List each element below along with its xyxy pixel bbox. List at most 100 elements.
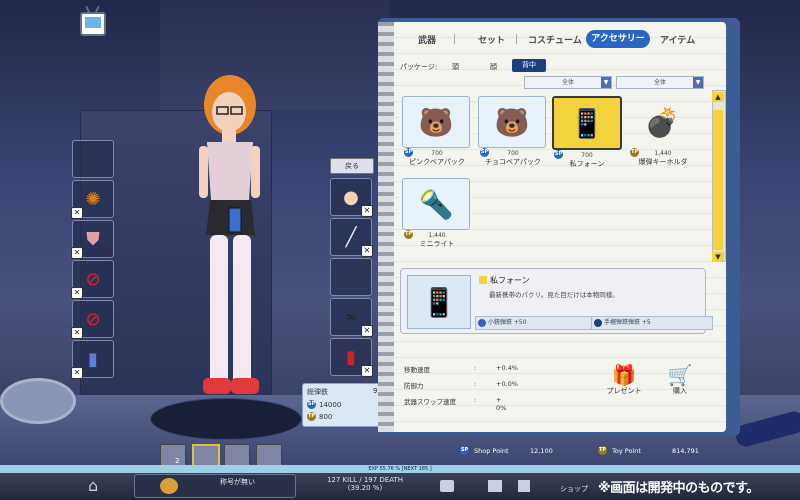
shop-point-label: Shop Point (474, 447, 509, 455)
tab-separator (516, 34, 517, 44)
glasses-icon: ∞ (345, 309, 357, 325)
tp-coin-icon: TP (404, 230, 413, 239)
shop-panel: 武器 セット コスチューム アクセサリー アイテム パッケージ: 頭 顔 背中 … (382, 22, 726, 432)
shop-item-bomb-keyholder[interactable]: 💣 TP 1,440 爆弾キーホルダ (628, 96, 698, 167)
remove-icon[interactable]: ✕ (71, 287, 83, 299)
package-label: パッケージ: (400, 63, 438, 71)
tooltip-count: 9 (373, 387, 378, 395)
equip-slot-empty[interactable] (72, 140, 114, 178)
character-model[interactable] (185, 60, 280, 405)
equip-slot-hair[interactable]: ✺ ✕ (71, 180, 114, 219)
tp-coin-icon: TP (307, 412, 316, 421)
chevron-down-icon: ▼ (601, 77, 611, 88)
equip-slot-accessory[interactable]: ▮ ✕ (71, 340, 114, 379)
equip-slot-face[interactable]: ● ✕ (330, 178, 373, 217)
scroll-up-icon[interactable]: ▲ (712, 92, 724, 102)
filter-dropdown-2[interactable]: 全体 ▼ (616, 76, 704, 89)
item-price: 1,440 (428, 232, 446, 239)
equip-slot-shoes[interactable]: ⊘ ✕ (71, 300, 114, 339)
shop-item-pink-bear-pack[interactable]: 🐻 SP 700 ピンクベアパック (402, 96, 472, 167)
item-tooltip: 総弾鉄 9 SP 14000 TP 800 (302, 383, 384, 427)
exp-bar: EXP 55.76 % [NEXT 185 ] (0, 465, 800, 473)
tab-costume[interactable]: コスチューム (528, 33, 582, 46)
scroll-down-icon[interactable]: ▼ (712, 252, 724, 262)
equip-slot-arm[interactable]: ╱ ✕ (330, 218, 373, 257)
item-price: 1,440 (654, 150, 672, 157)
item-detail-panel: 📱 私フォーン 最新携帯のパクリ。見た目だけは本物同様。 小銃弾鉄 +50 手榴… (400, 268, 713, 334)
scrollbar-thumb[interactable] (713, 110, 723, 250)
shop-item-my-phone[interactable]: 📱 SP 700 私フォーン (552, 96, 622, 169)
face-icon: ● (343, 186, 359, 208)
filter-dropdown-1[interactable]: 全体 ▼ (524, 76, 612, 89)
stat-colon: : (474, 396, 477, 404)
remove-icon[interactable]: ✕ (361, 205, 373, 217)
bomb-icon: 💣 (644, 105, 680, 139)
gift-icon: 🎁 (611, 363, 637, 387)
bonus-1-text: 小銃弾鉄 +50 (488, 319, 527, 326)
filter-2-value: 全体 (653, 79, 666, 86)
inventory-icon[interactable] (488, 480, 502, 492)
shop-item-mini-light[interactable]: 🔦 TP 1,440 ミニライト (402, 178, 472, 249)
equip-slot-back[interactable]: ▮ ✕ (330, 338, 373, 377)
sp-coin-icon: SP (480, 148, 489, 157)
item-name: ピンクベアパック (409, 158, 465, 166)
stat-colon: : (474, 364, 477, 372)
toy-point-value: 814,791 (672, 447, 699, 455)
stat-label: 移動速度 (404, 366, 430, 374)
package-face-tab[interactable]: 顔 (490, 62, 497, 72)
tab-set[interactable]: セット (478, 33, 505, 46)
equip-slot-bottom[interactable]: ⊘ ✕ (71, 260, 114, 299)
tab-separator (454, 34, 455, 44)
present-label: プレゼント (606, 387, 642, 395)
title-panel[interactable] (134, 474, 296, 498)
tab-weapon[interactable]: 武器 (418, 33, 436, 46)
sp-coin-icon: SP (307, 400, 316, 409)
remove-icon[interactable]: ✕ (71, 207, 83, 219)
remove-icon[interactable]: ✕ (71, 327, 83, 339)
cart-icon: 🛒 (667, 363, 693, 387)
buy-button[interactable]: 🛒 購入 (660, 364, 700, 404)
tp-coin-icon: TP (630, 148, 639, 157)
stat-colon: : (474, 380, 477, 388)
sp-coin-icon: SP (404, 148, 413, 157)
phone-icon: ▮ (88, 348, 98, 370)
stat-label: 防御力 (404, 382, 424, 390)
remove-icon[interactable]: ✕ (361, 325, 373, 337)
chat-icon[interactable] (440, 480, 454, 492)
remove-icon[interactable]: ✕ (361, 245, 373, 257)
back-button[interactable]: 戻る (330, 158, 374, 174)
shop-item-choco-bear-pack[interactable]: 🐻 SP 700 チョコベアパック (478, 96, 548, 167)
item-name: ミニライト (419, 240, 455, 248)
remove-icon[interactable]: ✕ (361, 365, 373, 377)
shop-menu-label[interactable]: ショップ (560, 484, 588, 494)
flashlight-icon: 🔦 (402, 178, 470, 230)
remove-icon[interactable]: ✕ (71, 367, 83, 379)
item-name: チョコベアパック (485, 158, 541, 166)
rank-emblem-icon (160, 478, 178, 494)
no-item-icon: ⊘ (85, 268, 101, 290)
package-back-tab[interactable]: 背中 (512, 59, 546, 72)
no-shoes-icon: ⊘ (85, 308, 101, 330)
present-button[interactable]: 🎁 プレゼント (604, 364, 644, 404)
package-head-tab[interactable]: 頭 (452, 62, 459, 72)
development-notice: ※画面は開発中のものです。 (598, 481, 759, 496)
stat-label: 武器スワップ速度 (404, 398, 456, 406)
stat-weapon-swap: 武器スワップ速度: + 0% (404, 396, 506, 412)
tab-item[interactable]: アイテム (660, 33, 695, 46)
bonus-2-text: 手榴弾鉄弾鉄 +5 (604, 319, 651, 326)
bonus-grenade-ammo: 手榴弾鉄弾鉄 +5 (591, 316, 713, 330)
equip-slot-top[interactable]: ⛊ ✕ (71, 220, 114, 259)
remove-icon[interactable]: ✕ (71, 247, 83, 259)
pink-bear-icon: 🐻 (402, 96, 470, 148)
item-price: 700 (507, 150, 519, 157)
equip-slot-empty-right[interactable] (330, 258, 372, 296)
sp-coin-icon: SP (554, 150, 563, 159)
sp-coin-icon: SP (460, 446, 469, 455)
list-icon[interactable] (518, 480, 530, 492)
tab-accessory[interactable]: アクセサリー (586, 30, 650, 48)
home-icon[interactable]: ⌂ (88, 476, 98, 495)
phone-icon: 📱 (407, 275, 471, 329)
kill-death-stats: 127 KILL / 197 DEATH (39.20 %) (320, 476, 410, 492)
equip-slot-glasses[interactable]: ∞ ✕ (330, 298, 373, 337)
tv-icon[interactable] (80, 12, 106, 36)
